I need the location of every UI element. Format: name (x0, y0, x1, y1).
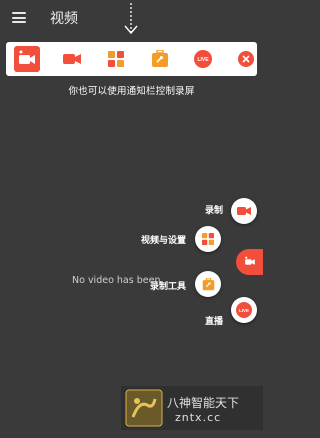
fab-label-record-tools: 录制工具 (150, 282, 187, 292)
svg-text:LIVE: LIVE (197, 57, 209, 63)
record-fab-button[interactable] (231, 198, 257, 224)
watermark-url: zntx.cc (175, 411, 222, 424)
close-icon[interactable] (229, 42, 263, 76)
watermark: 八神智能天下 zntx.cc (121, 386, 263, 430)
page-title: 视频 (50, 11, 78, 27)
watermark-title: 八神智能天下 (167, 396, 240, 410)
video-camera-icon (237, 207, 251, 215)
arrow-down-icon (124, 3, 138, 35)
fab-label-videos-settings: 视频与设置 (141, 236, 187, 246)
live-icon: LIVE (236, 302, 252, 318)
screen-record-icon[interactable] (10, 42, 44, 76)
toolbox-icon[interactable] (143, 42, 177, 76)
fab-label-live: 直播 (205, 317, 224, 327)
videos-settings-fab-button[interactable] (195, 226, 221, 252)
fab-label-record: 录制 (205, 206, 224, 216)
screen-record-icon (244, 256, 255, 265)
hamburger-menu-icon[interactable] (12, 12, 26, 23)
record-tools-fab-button[interactable] (195, 271, 221, 297)
empty-state-text: No video has been (72, 275, 161, 286)
live-fab-button[interactable]: LIVE (231, 297, 257, 323)
grid-icon (202, 233, 214, 245)
svg-text:LIVE: LIVE (239, 308, 249, 313)
watermark-logo-icon (125, 389, 163, 427)
live-icon[interactable]: LIVE (186, 42, 220, 76)
toolbox-icon (202, 277, 214, 290)
notification-toolbar: LIVE (6, 42, 257, 76)
video-camera-icon[interactable] (55, 42, 89, 76)
grid-icon[interactable] (99, 42, 133, 76)
notification-hint-text: 你也可以使用通知栏控制录屏 (68, 86, 195, 97)
floating-control-button[interactable] (236, 249, 263, 275)
